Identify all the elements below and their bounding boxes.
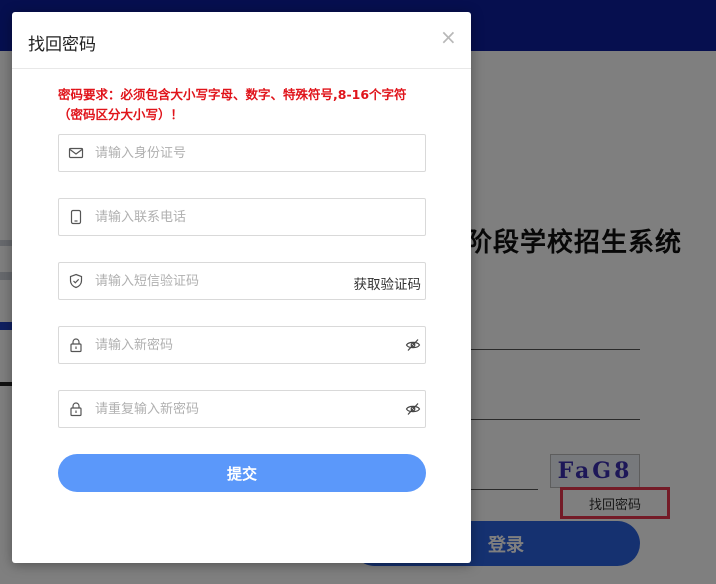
eye-off-icon[interactable]	[405, 402, 421, 416]
eye-off-icon[interactable]	[405, 338, 421, 352]
password-requirement-text: 密码要求：必须包含大小写字母、数字、特殊符号,8-16个字符（密码区分大小写）！	[58, 87, 407, 122]
dialog-header: 找回密码 ×	[12, 12, 471, 69]
mail-icon	[68, 147, 84, 159]
new-password-input[interactable]	[95, 327, 395, 363]
lock-icon	[70, 338, 82, 353]
shield-icon	[69, 273, 83, 289]
phone-icon	[70, 209, 82, 225]
submit-button[interactable]: 提交	[58, 454, 426, 492]
phone-input[interactable]	[95, 199, 415, 235]
new-password-field[interactable]	[58, 326, 426, 364]
find-password-dialog: 找回密码 × 密码要求：必须包含大小写字母、数字、特殊符号,8-16个字符（密码…	[12, 12, 471, 563]
sms-code-input[interactable]	[95, 263, 335, 299]
id-card-input[interactable]	[95, 135, 415, 171]
sms-code-field[interactable]: 获取验证码	[58, 262, 426, 300]
confirm-password-field[interactable]	[58, 390, 426, 428]
get-verification-code-button[interactable]: 获取验证码	[354, 273, 422, 293]
confirm-password-input[interactable]	[95, 391, 395, 427]
lock-icon	[70, 402, 82, 417]
dialog-title: 找回密码	[28, 35, 96, 55]
phone-field[interactable]	[58, 198, 426, 236]
close-icon[interactable]: ×	[440, 25, 457, 49]
id-card-field[interactable]	[58, 134, 426, 172]
